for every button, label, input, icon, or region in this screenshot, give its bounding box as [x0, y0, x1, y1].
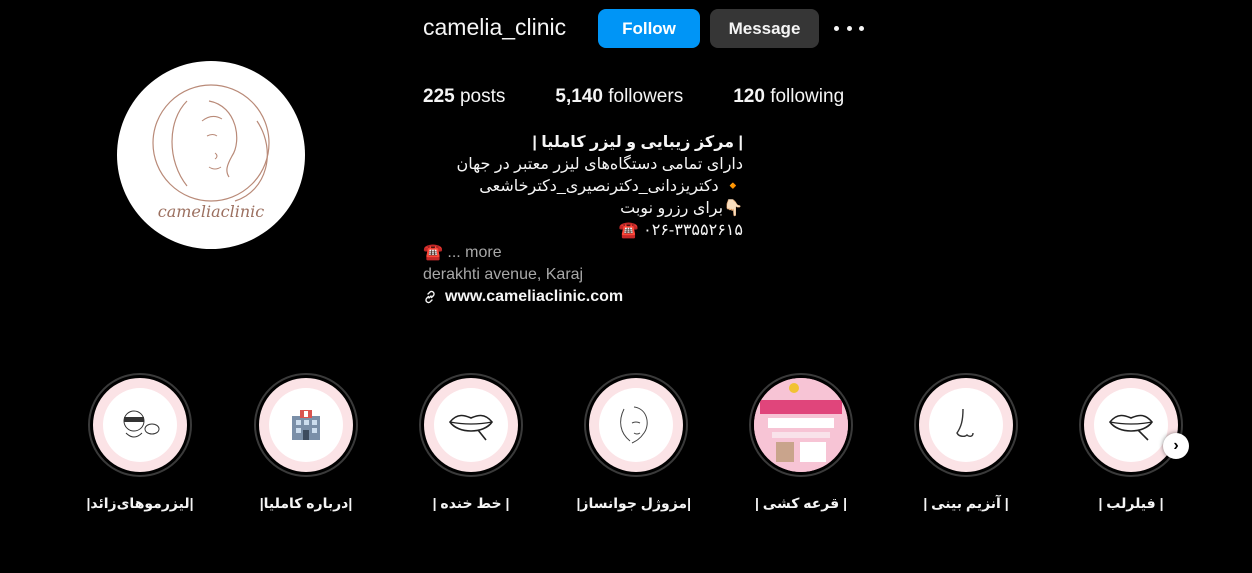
- avatar-logo-text: cameliaclinic: [158, 202, 265, 221]
- highlight-item[interactable]: |درباره کاملیا|: [251, 373, 361, 512]
- link-icon: [425, 290, 435, 304]
- bio-line: 🔸 دکتریزدانی_دکترنصیری_دکترخاشعی: [479, 178, 743, 195]
- highlight-item[interactable]: |لیزرموهای‌زائد|: [85, 373, 195, 512]
- face-laser-icon: [123, 410, 160, 438]
- bio-line: 👇🏻برای رزرو نوبت: [620, 200, 743, 217]
- lips-icon: [449, 414, 493, 441]
- lip-filler-icon: [1109, 414, 1153, 441]
- clinic-building-icon: [292, 410, 320, 440]
- highlight-item[interactable]: | آنزیم بینی |: [911, 373, 1021, 512]
- phone-icon: ☎️: [423, 244, 443, 261]
- highlight-label: | قرعه کشی |: [755, 495, 847, 511]
- bio-website-row: www.cameliaclinic.com: [423, 286, 743, 308]
- bio-location: derakhti avenue, Karaj: [423, 266, 584, 283]
- bio-line: دارای تمامی دستگاه‌های لیزر معتبر در جها…: [456, 156, 743, 173]
- follow-button[interactable]: Follow: [598, 9, 700, 48]
- website-link[interactable]: www.cameliaclinic.com: [445, 286, 623, 308]
- posts-count: 225: [423, 86, 455, 107]
- highlight-label: |درباره کاملیا|: [259, 495, 353, 511]
- highlight-label: |لیزرموهای‌زائد|: [86, 495, 194, 511]
- highlight-item[interactable]: | خط خنده |: [416, 373, 526, 512]
- following-stat[interactable]: 120 following: [733, 86, 844, 108]
- highlight-item[interactable]: |مزوژل جوانساز|: [576, 373, 692, 512]
- profile-avatar[interactable]: cameliaclinic: [117, 61, 305, 249]
- chevron-right-icon[interactable]: ›: [1163, 433, 1189, 459]
- highlight-label: |مزوژل جوانساز|: [576, 495, 692, 511]
- highlight-label: | خط خنده |: [432, 495, 510, 511]
- posts-label: posts: [459, 86, 506, 107]
- nose-icon: [956, 408, 974, 438]
- bio-more-link[interactable]: ... more: [447, 244, 501, 261]
- bio-more-row: ☎️ ... more: [423, 242, 743, 264]
- highlight-label: | آنزیم بینی |: [923, 495, 1009, 511]
- message-button[interactable]: Message: [710, 9, 819, 48]
- more-options-icon[interactable]: [834, 16, 864, 40]
- bio-phone: ☎️ ۰۲۶-۳۳۵۵۲۶۱۵: [618, 222, 743, 239]
- posts-stat[interactable]: 225 posts: [423, 86, 505, 108]
- bio-name: | مرکز زیبایی و لیزر کاملیا |: [532, 134, 743, 151]
- camelia-logo-icon: cameliaclinic: [152, 84, 270, 221]
- face-outline-icon: [620, 406, 648, 444]
- following-label: following: [770, 86, 845, 107]
- following-count: 120: [733, 86, 765, 107]
- profile-bio: | مرکز زیبایی و لیزر کاملیا | دارای تمام…: [423, 132, 743, 308]
- highlight-item[interactable]: | قرعه کشی |: [746, 373, 856, 512]
- profile-username: camelia_clinic: [423, 14, 567, 40]
- profile-stats: 225 posts 5,140 followers 120 following: [423, 86, 894, 108]
- highlight-label: | فیلرلب |: [1098, 495, 1164, 511]
- followers-stat[interactable]: 5,140 followers: [555, 86, 683, 108]
- lottery-poster-icon: [754, 378, 848, 472]
- story-highlights: |لیزرموهای‌زائد| |درباره کاملیا|: [0, 373, 1252, 533]
- followers-count: 5,140: [555, 86, 603, 107]
- followers-label: followers: [608, 86, 684, 107]
